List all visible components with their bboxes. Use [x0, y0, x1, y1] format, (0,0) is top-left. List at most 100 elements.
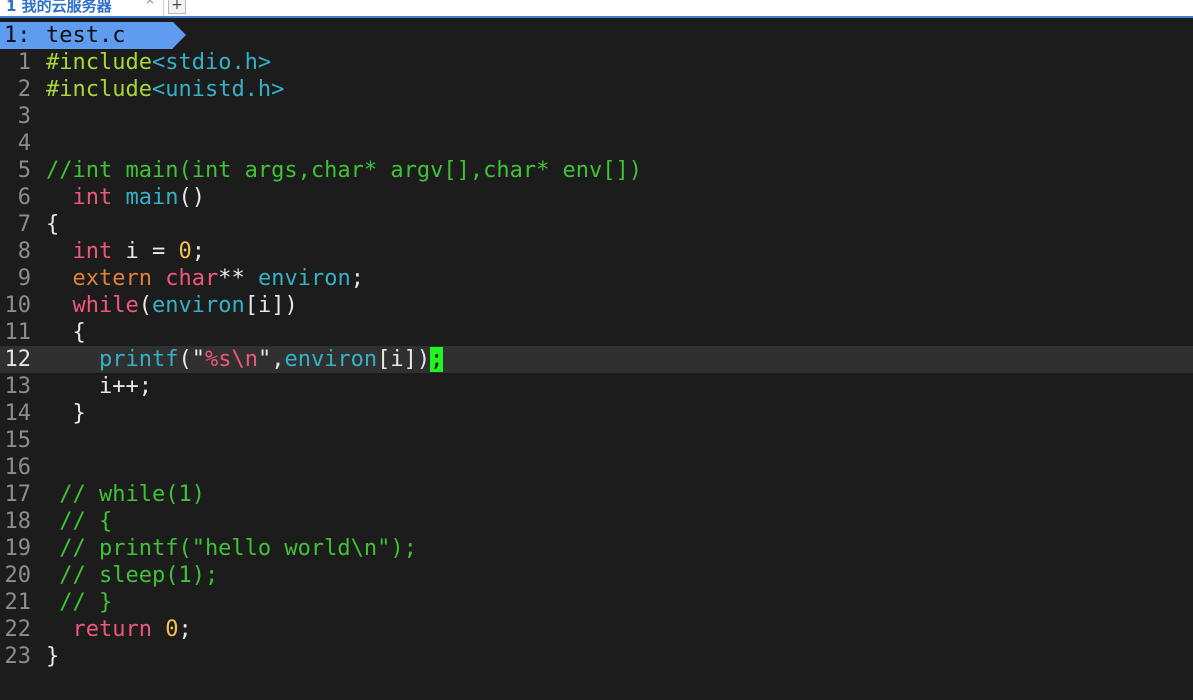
code-token: // printf("hello world\n"); — [46, 536, 417, 561]
code-text: // printf("hello world\n"); — [46, 535, 417, 562]
code-token: (" — [178, 347, 205, 372]
code-line[interactable]: 12 printf("%s\n",environ[i]); — [0, 346, 1193, 373]
line-number: 18 — [4, 509, 32, 534]
code-text: printf("%s\n",environ[i]); — [46, 346, 444, 373]
code-line[interactable]: 21 // } — [0, 589, 1193, 616]
line-number: 5 — [17, 158, 31, 183]
code-text: #include<stdio.h> — [46, 49, 271, 76]
line-number: 19 — [4, 536, 32, 561]
code-token: // { — [46, 509, 113, 534]
code-line[interactable]: 18 // { — [0, 508, 1193, 535]
code-line[interactable]: 20 // sleep(1); — [0, 562, 1193, 589]
code-line[interactable]: 22 return 0; — [0, 616, 1193, 643]
code-token: // } — [46, 590, 113, 615]
code-token: char — [165, 266, 219, 291]
code-text: while(environ[i]) — [46, 292, 298, 319]
line-number: 4 — [17, 131, 31, 156]
line-number: 22 — [4, 617, 32, 642]
code-line[interactable]: 2 #include<unistd.h> — [0, 76, 1193, 103]
vim-buffer-tab[interactable]: 1: test.c — [0, 22, 173, 49]
code-line[interactable]: 13 i++; — [0, 373, 1193, 400]
code-line[interactable]: 14 } — [0, 400, 1193, 427]
code-token: %s\n — [204, 347, 258, 372]
line-number: 3 — [17, 104, 31, 129]
line-number: 21 — [4, 590, 32, 615]
code-line[interactable]: 15 — [0, 427, 1193, 454]
code-editor[interactable]: 1 #include<stdio.h> 2 #include<unistd.h> 3 4 5… — [0, 49, 1193, 700]
code-line[interactable]: 9 extern char** environ; — [0, 265, 1193, 292]
close-icon[interactable]: × — [145, 0, 157, 6]
line-number: 15 — [4, 428, 32, 453]
code-text: return 0; — [46, 616, 192, 643]
terminal-tab-bar: 1 我的云服务器 × + — [0, 0, 1193, 18]
code-token: environ — [284, 347, 378, 372]
line-number: 7 — [17, 212, 31, 237]
code-token: 0 — [178, 239, 192, 264]
line-number: 8 — [17, 239, 31, 264]
code-line[interactable]: 16 — [0, 454, 1193, 481]
add-tab-icon[interactable]: + — [168, 0, 186, 14]
line-number: 1 — [17, 50, 31, 75]
code-line[interactable]: 11 { — [0, 319, 1193, 346]
code-line[interactable]: 10 while(environ[i]) — [0, 292, 1193, 319]
code-token: main — [125, 185, 179, 210]
code-text: extern char** environ; — [46, 265, 364, 292]
line-number: 13 — [4, 374, 32, 399]
line-number: 6 — [17, 185, 31, 210]
code-token: environ — [257, 266, 351, 291]
text-cursor: ; — [430, 347, 444, 372]
code-text: } — [46, 400, 86, 427]
code-text: // { — [46, 508, 112, 535]
code-text: #include<unistd.h> — [46, 76, 284, 103]
line-number: 16 — [4, 455, 32, 480]
code-token: #include — [46, 50, 152, 75]
code-token: i = — [112, 239, 179, 264]
code-line[interactable]: 23} — [0, 643, 1193, 670]
code-token: ** — [218, 266, 258, 291]
line-number: 23 — [4, 644, 32, 669]
code-line[interactable]: 1 #include<stdio.h> — [0, 49, 1193, 76]
code-line[interactable]: 17 // while(1) — [0, 481, 1193, 508]
code-token: int — [72, 239, 113, 264]
code-token: ; — [178, 617, 192, 642]
end-of-buffer-marker — [0, 678, 8, 700]
code-line[interactable]: 3 — [0, 103, 1193, 130]
code-token: } — [46, 644, 60, 669]
code-token: int — [72, 185, 113, 210]
terminal-tab-label: 1 我的云服务器 — [6, 0, 112, 15]
code-token: return — [72, 617, 152, 642]
code-token: #include — [46, 77, 152, 102]
code-token: ", — [257, 347, 285, 372]
code-text: int main() — [46, 184, 205, 211]
code-token: } — [46, 401, 86, 426]
code-line[interactable]: 19 // printf("hello world\n"); — [0, 535, 1193, 562]
code-text: { — [46, 319, 86, 346]
tab-bar-underline — [0, 16, 1193, 18]
code-token: extern — [72, 266, 152, 291]
code-token: i++; — [46, 374, 152, 399]
code-line[interactable]: 7{ — [0, 211, 1193, 238]
code-line[interactable]: 8 int i = 0; — [0, 238, 1193, 265]
code-token: { — [46, 320, 86, 345]
terminal-tab[interactable]: 1 我的云服务器 × — [0, 0, 164, 16]
code-text: // } — [46, 589, 112, 616]
line-number: 17 — [4, 482, 32, 507]
code-line[interactable]: 6 int main() — [0, 184, 1193, 211]
code-text: // while(1) — [46, 481, 205, 508]
code-line[interactable]: 5 //int main(int args,char* argv[],char* … — [0, 157, 1193, 184]
code-text: //int main(int args,char* argv[],char* e… — [46, 157, 642, 184]
code-token: environ — [151, 293, 245, 318]
buffer-name: test.c — [46, 23, 126, 48]
code-token: ( — [138, 293, 152, 318]
buffer-tab-arrow — [173, 22, 186, 48]
line-number: 10 — [4, 293, 32, 318]
code-line[interactable]: 4 — [0, 130, 1193, 157]
code-token: // while(1) — [46, 482, 205, 507]
code-token: printf — [98, 347, 179, 372]
code-text: } — [46, 643, 59, 670]
